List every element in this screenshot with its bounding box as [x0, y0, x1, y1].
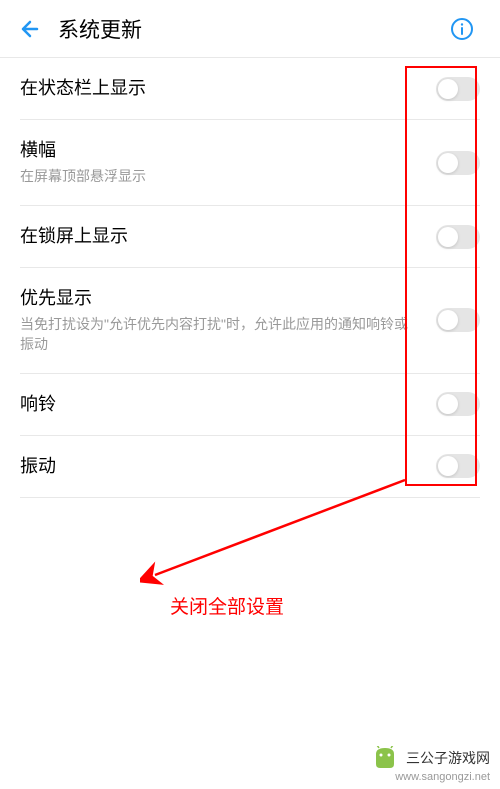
toggle-banner[interactable]	[436, 151, 480, 175]
toggle-lockscreen[interactable]	[436, 225, 480, 249]
setting-row-banner: 横幅 在屏幕顶部悬浮显示	[20, 120, 480, 206]
setting-label: 在状态栏上显示	[20, 76, 416, 101]
setting-label: 在锁屏上显示	[20, 224, 416, 249]
header: 系统更新	[0, 0, 500, 58]
setting-text: 响铃	[20, 392, 436, 417]
setting-label: 横幅	[20, 138, 416, 163]
settings-list: 在状态栏上显示 横幅 在屏幕顶部悬浮显示 在锁屏上显示 优先显示 当免打扰设为"…	[0, 58, 500, 498]
back-icon[interactable]	[16, 15, 44, 43]
toggle-priority[interactable]	[436, 308, 480, 332]
page-title: 系统更新	[58, 14, 448, 44]
setting-text: 横幅 在屏幕顶部悬浮显示	[20, 138, 436, 187]
info-icon[interactable]	[448, 15, 476, 43]
watermark-logo-icon	[370, 746, 400, 770]
watermark-url: www.sangongzi.net	[370, 771, 490, 783]
setting-label: 响铃	[20, 392, 416, 417]
setting-text: 振动	[20, 454, 436, 479]
setting-row-ring: 响铃	[20, 374, 480, 436]
toggle-status-bar[interactable]	[436, 77, 480, 101]
setting-row-vibrate: 振动	[20, 436, 480, 498]
setting-desc: 在屏幕顶部悬浮显示	[20, 167, 416, 187]
annotation-label: 关闭全部设置	[170, 592, 284, 619]
watermark-name: 三公子游戏网	[406, 748, 490, 768]
setting-label: 优先显示	[20, 286, 416, 311]
setting-row-lockscreen: 在锁屏上显示	[20, 206, 480, 268]
setting-text: 在锁屏上显示	[20, 224, 436, 249]
setting-text: 在状态栏上显示	[20, 76, 436, 101]
setting-row-status-bar: 在状态栏上显示	[20, 58, 480, 120]
setting-text: 优先显示 当免打扰设为"允许优先内容打扰"时，允许此应用的通知响铃或振动	[20, 286, 436, 354]
setting-row-priority: 优先显示 当免打扰设为"允许优先内容打扰"时，允许此应用的通知响铃或振动	[20, 268, 480, 373]
setting-label: 振动	[20, 454, 416, 479]
watermark: 三公子游戏网 www.sangongzi.net	[370, 746, 490, 783]
toggle-ring[interactable]	[436, 392, 480, 416]
setting-desc: 当免打扰设为"允许优先内容打扰"时，允许此应用的通知响铃或振动	[20, 315, 416, 354]
toggle-vibrate[interactable]	[436, 454, 480, 478]
